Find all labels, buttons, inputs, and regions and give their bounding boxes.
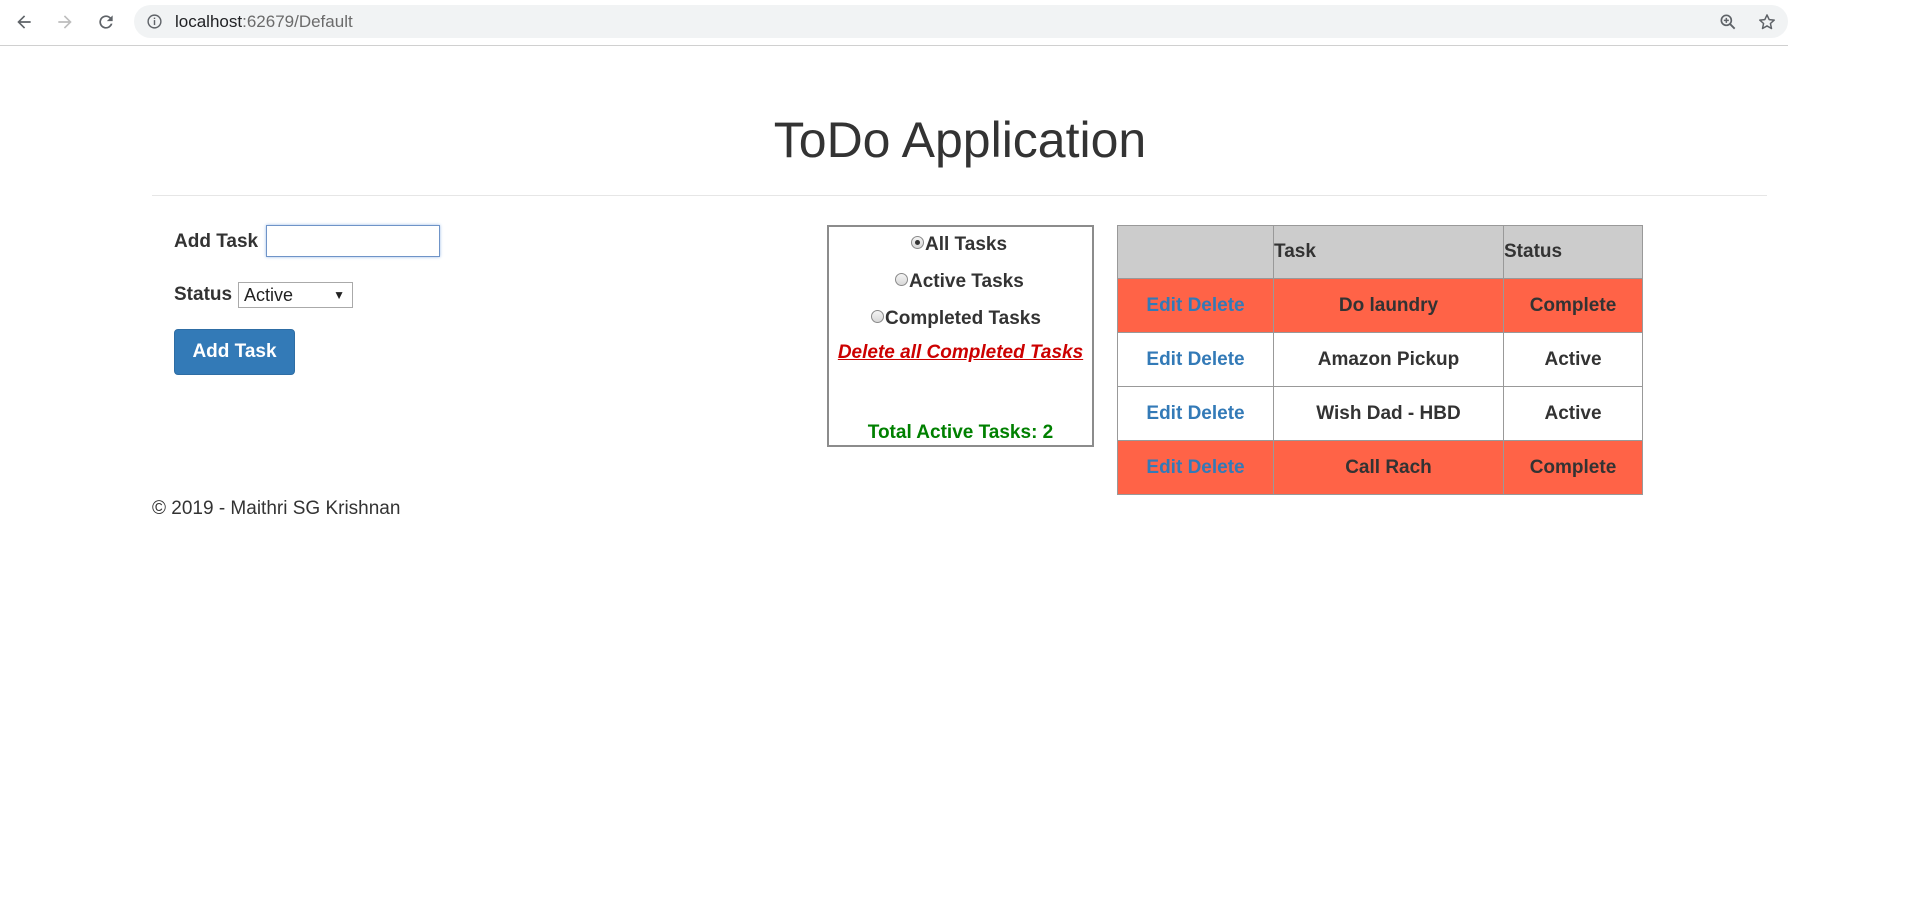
task-input[interactable] [266, 225, 440, 257]
page-title: ToDo Application [773, 112, 1147, 168]
delete-completed-link[interactable]: Delete all Completed Tasks [829, 339, 1092, 366]
row-actions: Edit Delete [1117, 440, 1274, 495]
browser-toolbar: localhost:62679/Default [0, 0, 1788, 46]
divider [152, 195, 1767, 196]
delete-link[interactable]: Delete [1188, 349, 1245, 370]
task-cell: Do laundry [1273, 278, 1504, 333]
table-header-row: Task Status [1117, 225, 1643, 279]
radio-button[interactable] [871, 309, 884, 323]
status-select[interactable]: Active ▼ [238, 282, 353, 308]
edit-link[interactable]: Edit [1146, 457, 1182, 478]
row-actions: Edit Delete [1117, 278, 1274, 333]
column-header-task: Task [1273, 225, 1504, 279]
back-button[interactable] [11, 9, 37, 35]
star-icon[interactable] [1757, 12, 1777, 32]
add-task-label: Add Task [174, 231, 259, 252]
arrow-left-icon [17, 15, 31, 29]
zoom-icon[interactable] [1718, 12, 1738, 32]
info-icon[interactable] [146, 13, 163, 30]
total-active-count: Total Active Tasks: 2 [867, 422, 1054, 443]
table-row: Edit Delete Wish Dad - HBD Active [1117, 386, 1643, 441]
delete-link[interactable]: Delete [1188, 295, 1245, 316]
filter-panel: All Tasks Active Tasks Completed Tasks D… [827, 225, 1094, 447]
address-bar[interactable]: localhost:62679/Default [134, 5, 1788, 38]
task-cell: Wish Dad - HBD [1273, 386, 1504, 441]
filter-label: Active Tasks [909, 271, 1024, 292]
arrow-right-icon [58, 15, 72, 29]
delete-link[interactable]: Delete [1188, 457, 1245, 478]
radio-button[interactable] [895, 272, 908, 286]
filter-active-tasks[interactable]: Active Tasks [895, 271, 1024, 293]
reload-button[interactable] [93, 9, 119, 35]
add-task-button[interactable]: Add Task [174, 329, 295, 375]
edit-link[interactable]: Edit [1146, 295, 1182, 316]
filter-label: Completed Tasks [885, 308, 1041, 329]
status-cell: Complete [1503, 440, 1643, 495]
reload-icon [99, 15, 113, 29]
status-cell: Active [1503, 386, 1643, 441]
status-selected-value: Active [244, 285, 294, 305]
edit-link[interactable]: Edit [1146, 349, 1182, 370]
status-label: Status [174, 284, 233, 305]
forward-button[interactable] [52, 9, 78, 35]
footer-copyright: © 2019 - Maithri SG Krishnan [152, 498, 401, 519]
filter-label: All Tasks [925, 234, 1008, 255]
table-row: Edit Delete Call Rach Complete [1117, 440, 1643, 495]
filter-completed-tasks[interactable]: Completed Tasks [871, 308, 1041, 330]
table-row: Edit Delete Amazon Pickup Active [1117, 332, 1643, 387]
url-path: :62679/Default [242, 12, 353, 31]
url-text: localhost:62679/Default [175, 12, 353, 32]
column-header-actions [1117, 225, 1274, 279]
delete-link[interactable]: Delete [1188, 403, 1245, 424]
dropdown-arrow-icon: ▼ [333, 288, 345, 302]
row-actions: Edit Delete [1117, 386, 1274, 441]
status-cell: Active [1503, 332, 1643, 387]
filter-all-tasks[interactable]: All Tasks [911, 234, 1007, 256]
task-cell: Call Rach [1273, 440, 1504, 495]
column-header-status: Status [1503, 225, 1643, 279]
radio-button[interactable] [911, 235, 924, 249]
row-actions: Edit Delete [1117, 332, 1274, 387]
task-cell: Amazon Pickup [1273, 332, 1504, 387]
table-row: Edit Delete Do laundry Complete [1117, 278, 1643, 333]
url-host: localhost [175, 12, 243, 31]
task-table: Task Status Edit Delete Do laundry Compl… [1117, 225, 1643, 495]
status-cell: Complete [1503, 278, 1643, 333]
edit-link[interactable]: Edit [1146, 403, 1182, 424]
